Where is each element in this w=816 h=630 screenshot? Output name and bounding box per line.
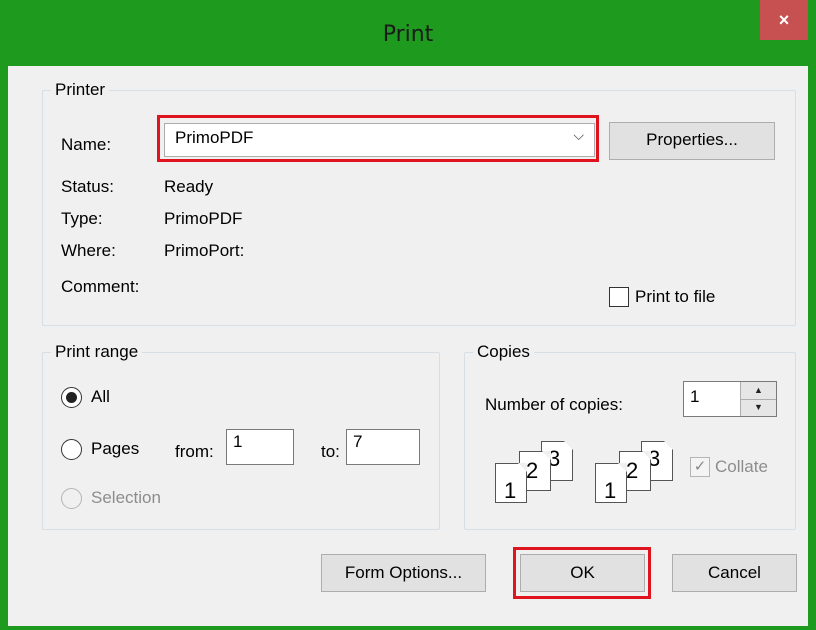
status-label: Status: [61, 177, 114, 196]
copies-group-label: Copies [473, 342, 534, 362]
selection-radio-label[interactable]: Selection [91, 488, 161, 508]
form-options-button[interactable]: Form Options... [321, 554, 486, 592]
from-page-input[interactable]: 1 [226, 429, 294, 465]
window-title: Print [382, 22, 434, 47]
to-page-value: 7 [353, 432, 363, 451]
print-to-file-checkbox[interactable] [609, 287, 629, 307]
copies-spinner[interactable]: ▲ ▼ [740, 382, 776, 416]
properties-button[interactable]: Properties... [609, 122, 775, 160]
comment-label: Comment: [61, 277, 140, 296]
properties-button-label: Properties... [646, 130, 738, 149]
close-button[interactable]: × [760, 0, 808, 40]
to-page-input[interactable]: 7 [346, 429, 420, 465]
dialog-body: Printer Name: PrimoPDF ⌵ Properties... S… [8, 66, 808, 626]
cancel-button[interactable]: Cancel [672, 554, 797, 592]
pages-radio-label[interactable]: Pages [91, 439, 139, 459]
number-of-copies-label: Number of copies: [485, 395, 623, 414]
collate-checkbox[interactable]: ✓ [690, 457, 710, 477]
ok-button-label: OK [570, 563, 595, 582]
to-label: to: [321, 442, 340, 461]
print-to-file-label[interactable]: Print to file [635, 287, 715, 307]
all-radio-label[interactable]: All [91, 387, 110, 407]
collate-illustration: 3 2 1 3 2 1 [495, 441, 695, 511]
where-label: Where: [61, 241, 116, 260]
page-icon: 1 [495, 463, 527, 503]
number-of-copies-value: 1 [690, 387, 700, 406]
selection-radio[interactable] [61, 488, 82, 509]
page-icon: 1 [595, 463, 627, 503]
collate-label[interactable]: Collate [715, 457, 768, 477]
print-range-group: Print range All Pages from: 1 to: 7 Sele… [42, 342, 440, 530]
all-radio[interactable] [61, 387, 82, 408]
close-icon: × [778, 10, 790, 30]
ok-button[interactable]: OK [520, 554, 645, 592]
printer-name-highlight [157, 115, 599, 162]
printer-group-label: Printer [51, 80, 110, 100]
cancel-button-label: Cancel [708, 563, 761, 582]
from-label: from: [175, 442, 214, 461]
form-options-button-label: Form Options... [344, 563, 463, 582]
from-page-value: 1 [233, 432, 243, 451]
spin-down-icon[interactable]: ▼ [741, 399, 776, 416]
type-label: Type: [61, 209, 103, 228]
print-range-group-label: Print range [51, 342, 143, 362]
where-value: PrimoPort: [164, 241, 245, 260]
spin-up-icon[interactable]: ▲ [741, 382, 776, 400]
number-of-copies-input[interactable]: 1 ▲ ▼ [683, 381, 777, 417]
pages-radio[interactable] [61, 439, 82, 460]
type-value: PrimoPDF [164, 209, 243, 228]
name-label: Name: [61, 135, 112, 154]
title-bar: Print × [0, 0, 816, 76]
copies-group: Copies Number of copies: 1 ▲ ▼ 3 2 1 3 2… [464, 342, 796, 530]
status-value: Ready [164, 177, 214, 196]
printer-group: Printer Name: PrimoPDF ⌵ Properties... S… [42, 80, 796, 326]
